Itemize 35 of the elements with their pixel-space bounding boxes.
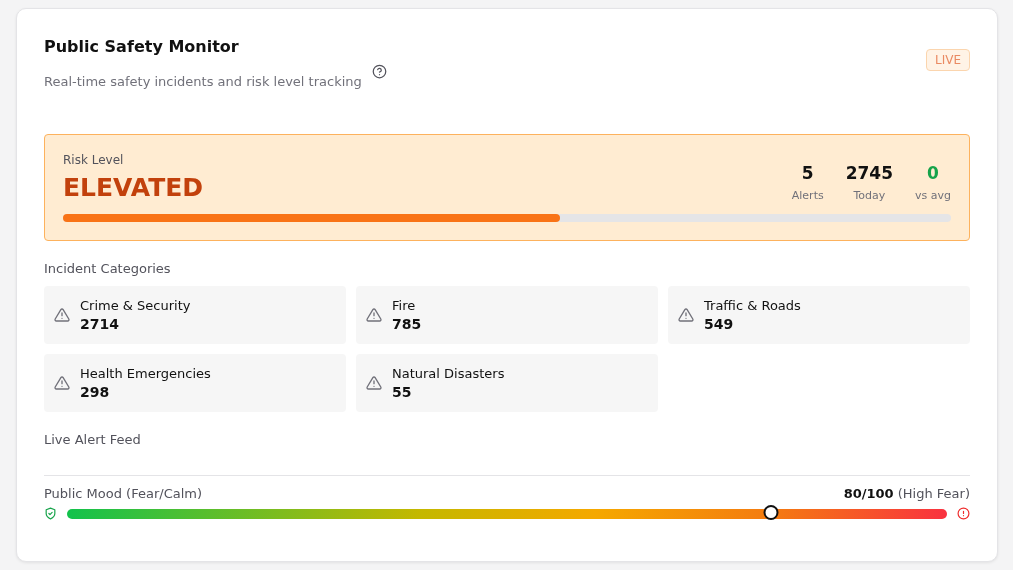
- category-name: Health Emergencies: [80, 366, 211, 381]
- category-name: Crime & Security: [80, 298, 191, 313]
- panel-title: Public Safety Monitor: [44, 37, 239, 56]
- warning-icon: [678, 307, 694, 323]
- mood-thumb[interactable]: [763, 504, 779, 520]
- category-name: Fire: [392, 298, 417, 313]
- shield-check-icon: [44, 507, 57, 520]
- category-count: 55: [392, 384, 413, 400]
- risk-label: Risk Level: [63, 153, 125, 167]
- stat-label: Alerts: [791, 189, 824, 202]
- category-count: 2714: [80, 316, 120, 332]
- category-name: Natural Disasters: [392, 366, 505, 381]
- mood-score: 80/100: [843, 486, 894, 501]
- panel-subtitle: Real-time safety incidents and risk level tracking: [44, 74, 362, 89]
- stat-value: 2745: [845, 163, 893, 183]
- stat-value: 0: [927, 163, 939, 183]
- stat-value: 5: [801, 163, 814, 183]
- live-badge: LIVE: [926, 49, 970, 71]
- section-title: Live Alert Feed: [44, 432, 142, 447]
- category-count: 549: [704, 316, 735, 332]
- category-count: 298: [80, 384, 111, 400]
- category-count: 785: [392, 316, 422, 332]
- section-title: Incident Categories: [44, 261, 172, 276]
- stat-label: Today: [853, 189, 886, 202]
- warning-icon: [366, 307, 382, 323]
- stat-label: vs avg: [915, 189, 951, 202]
- risk-value: ELEVATED: [63, 173, 204, 202]
- warning-icon: [54, 375, 70, 391]
- mood-label: Public Mood (Fear/Calm): [44, 486, 203, 501]
- help-icon[interactable]: [371, 64, 387, 79]
- warning-icon: [54, 307, 70, 323]
- mood-status: (High Fear): [897, 486, 970, 501]
- warning-icon: [366, 375, 382, 391]
- alert-circle-icon: [957, 507, 970, 520]
- category-name: Traffic & Roads: [704, 298, 801, 313]
